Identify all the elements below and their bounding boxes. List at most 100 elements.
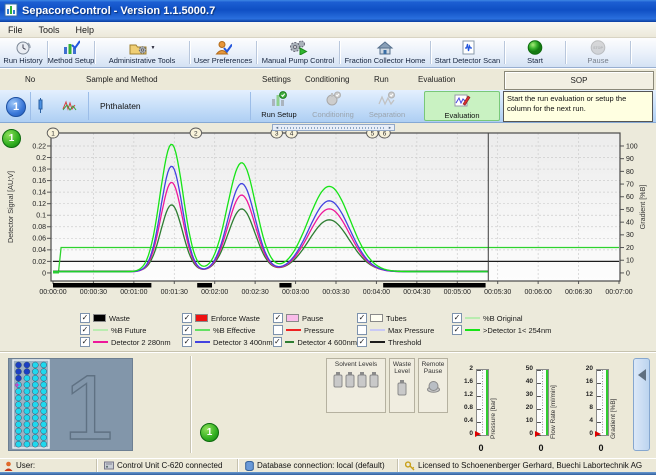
conditioning-step-button[interactable]: Conditioning bbox=[306, 91, 360, 121]
user-preferences-button[interactable]: User Preferences bbox=[191, 38, 255, 67]
col-settings: Settings bbox=[262, 75, 291, 84]
svg-text:10: 10 bbox=[626, 258, 634, 265]
legend-checkbox[interactable]: ✓ bbox=[80, 313, 90, 323]
rack-tube bbox=[16, 428, 22, 434]
legend-swatch bbox=[370, 341, 385, 343]
rack-tube bbox=[16, 408, 22, 414]
administrative-tools-icon: ▼ bbox=[129, 40, 156, 55]
legend-item-pressure: Pressure bbox=[273, 325, 357, 335]
rack-number-outline: 1 bbox=[43, 359, 133, 451]
rack-tube bbox=[32, 388, 38, 394]
menu-help[interactable]: Help bbox=[68, 23, 103, 37]
legend-checkbox[interactable]: ✓ bbox=[452, 325, 462, 335]
cell-separator bbox=[250, 92, 251, 120]
svg-text:00:01:00: 00:01:00 bbox=[120, 289, 147, 296]
legend-swatch bbox=[93, 341, 108, 343]
legend-item-waste: ✓Waste bbox=[80, 313, 182, 323]
separation-step-button[interactable]: Separation bbox=[360, 91, 414, 121]
legend-label: >Detector 1< 254nm bbox=[483, 326, 551, 335]
toolbar-separator bbox=[189, 41, 190, 64]
legend-checkbox[interactable]: ✓ bbox=[80, 325, 90, 335]
rack-tube bbox=[32, 435, 38, 441]
svg-text:80: 80 bbox=[626, 169, 634, 176]
rack-tube bbox=[24, 402, 30, 408]
administrative-tools-button[interactable]: ▼ Administrative Tools bbox=[96, 38, 188, 67]
legend-checkbox[interactable]: ✓ bbox=[182, 325, 192, 335]
menu-file[interactable]: File bbox=[0, 23, 31, 37]
sample-row[interactable]: 1 Phthalaten Run Setup Conditioning bbox=[0, 90, 656, 123]
legend-label: %B Future bbox=[111, 326, 146, 335]
fraction-rack-panel[interactable]: + 1 bbox=[8, 358, 133, 451]
legend-item--detector-1-254nm: ✓ >Detector 1< 254nm bbox=[452, 325, 652, 335]
evaluation-icon bbox=[453, 92, 471, 110]
rack-tube bbox=[32, 375, 38, 381]
legend-checkbox[interactable]: ✓ bbox=[182, 313, 192, 323]
curve-legend: ✓Waste✓Enforce Waste✓Pause✓Tubes✓%B Orig… bbox=[80, 312, 652, 348]
start-button[interactable]: Start bbox=[506, 38, 564, 67]
queue-header: No Sample and Method Settings Conditioni… bbox=[0, 68, 656, 90]
method-setup-button[interactable]: Method Setup bbox=[49, 38, 93, 67]
sample-name[interactable]: Phthalaten bbox=[100, 101, 141, 111]
toolbar: Run History Method Setup ▼ Administrativ… bbox=[0, 38, 656, 68]
legend-checkbox[interactable]: ✓ bbox=[182, 337, 192, 347]
sop-header[interactable]: SOP bbox=[504, 71, 654, 90]
scroll-right-icon[interactable]: ► bbox=[386, 125, 394, 130]
svg-text:0.12: 0.12 bbox=[32, 201, 46, 208]
svg-text:0.02: 0.02 bbox=[32, 259, 46, 266]
remote-pause-button-icon[interactable] bbox=[426, 379, 441, 393]
rack-tube bbox=[16, 435, 22, 441]
menu-tools[interactable]: Tools bbox=[31, 23, 68, 37]
key-icon bbox=[405, 461, 415, 471]
toolbar-separator bbox=[339, 41, 340, 64]
status-control-unit: Control Unit C-620 connected bbox=[100, 459, 238, 472]
svg-text:00:02:00: 00:02:00 bbox=[201, 289, 228, 296]
svg-text:00:07:00: 00:07:00 bbox=[605, 289, 632, 296]
evaluation-step-button[interactable]: Evaluation bbox=[424, 91, 500, 121]
legend-checkbox[interactable] bbox=[273, 325, 283, 335]
manual-pump-control-button[interactable]: Manual Pump Control bbox=[258, 38, 338, 67]
cell-separator bbox=[30, 92, 31, 120]
svg-text:0: 0 bbox=[42, 270, 46, 277]
legend-checkbox[interactable]: ✓ bbox=[273, 313, 283, 323]
gradient-value: 0 bbox=[584, 443, 618, 453]
svg-text:70: 70 bbox=[626, 181, 634, 188]
remote-pause-group: Remote Pause bbox=[418, 358, 448, 413]
svg-text:STOP: STOP bbox=[593, 46, 603, 50]
legend-checkbox[interactable]: ✓ bbox=[357, 313, 367, 323]
legend-checkbox[interactable]: ✓ bbox=[273, 337, 282, 347]
collapse-arrow-icon bbox=[638, 369, 646, 381]
svg-text:00:04:00: 00:04:00 bbox=[363, 289, 390, 296]
rack-tube bbox=[32, 415, 38, 421]
scroll-left-icon[interactable]: ◄ bbox=[273, 125, 281, 130]
svg-text:0.06: 0.06 bbox=[32, 236, 46, 243]
title-bar[interactable]: SepacoreControl - Version 1.1.5000.7 bbox=[0, 0, 656, 22]
svg-text:00:04:30: 00:04:30 bbox=[403, 289, 430, 296]
toolbar-separator bbox=[256, 41, 257, 64]
run-history-icon bbox=[15, 40, 32, 55]
svg-text:60: 60 bbox=[626, 194, 634, 201]
legend-swatch bbox=[195, 341, 210, 343]
svg-text:0.2: 0.2 bbox=[36, 155, 46, 162]
legend-checkbox[interactable] bbox=[357, 325, 367, 335]
rack-tube bbox=[32, 421, 38, 427]
chart-zoom-scrollbar[interactable]: ◄ ► bbox=[272, 124, 395, 131]
svg-text:5: 5 bbox=[371, 130, 375, 137]
legend-label: Tubes bbox=[386, 314, 407, 323]
svg-text:Gradient [%B]: Gradient [%B] bbox=[638, 185, 647, 230]
pause-button[interactable]: STOP Pause bbox=[567, 38, 629, 67]
rack-tube bbox=[32, 382, 38, 388]
start-detector-scan-button[interactable]: Start Detector Scan bbox=[432, 38, 503, 67]
svg-text:00:03:30: 00:03:30 bbox=[322, 289, 349, 296]
legend-item--b-effective: ✓%B Effective bbox=[182, 325, 273, 335]
rack-tube bbox=[32, 428, 38, 434]
legend-checkbox[interactable]: ✓ bbox=[357, 337, 367, 347]
run-number-badge: 1 bbox=[2, 129, 21, 148]
gauge-range-bar bbox=[546, 370, 549, 435]
svg-text:20: 20 bbox=[626, 245, 634, 252]
run-setup-step-button[interactable]: Run Setup bbox=[252, 91, 306, 121]
collapse-panel-button[interactable] bbox=[633, 358, 650, 451]
legend-checkbox[interactable]: ✓ bbox=[80, 337, 90, 347]
run-history-button[interactable]: Run History bbox=[0, 38, 46, 67]
fraction-collector-home-button[interactable]: Fraction Collector Home bbox=[341, 38, 429, 67]
legend-checkbox[interactable]: ✓ bbox=[452, 313, 462, 323]
